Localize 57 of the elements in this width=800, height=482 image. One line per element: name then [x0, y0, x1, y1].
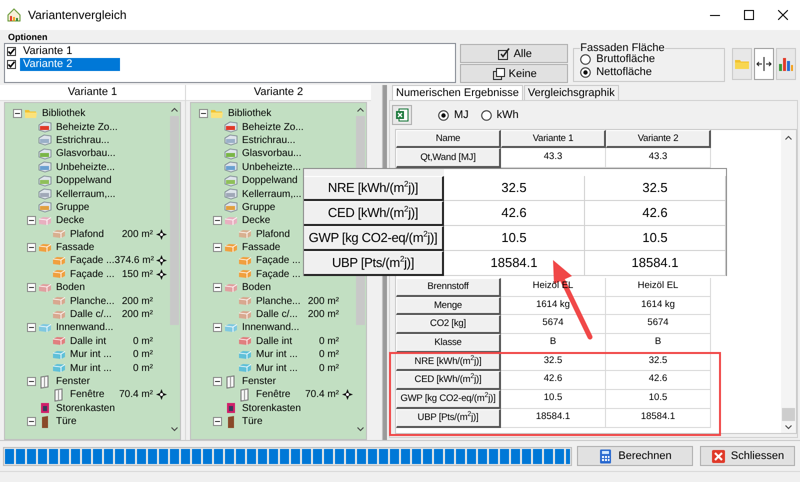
table-cell: 32.5: [585, 176, 726, 201]
group-title: Fassaden Fläche: [580, 43, 665, 53]
table-cell: 1614 kg: [501, 296, 606, 316]
window-title: Variantenvergleich: [28, 8, 127, 22]
area-value: 374.6 m²: [114, 255, 154, 266]
column-header: Variante 1: [0, 85, 185, 101]
table-cell: 1614 kg: [606, 296, 711, 316]
table-cell: 32.5: [501, 352, 606, 372]
table-cell: 18584.1: [585, 251, 726, 276]
row-header: UBP [Pts/(m$^{2}$j)]: [396, 408, 501, 428]
table-cell: B: [606, 334, 711, 353]
area-value: 0 m²: [133, 362, 153, 374]
table-cell: B: [501, 334, 606, 353]
row-header: CED [kWh/(m$^{2}$j)]: [396, 371, 501, 390]
area-value: 70.4 m²: [305, 389, 339, 400]
table-cell: 10.5: [444, 226, 585, 251]
area-value: 200 m²: [308, 296, 339, 307]
row-header: CED [kWh/(m$^{2}$j)]: [304, 201, 444, 226]
row-header: CO2 [kg]: [396, 315, 501, 334]
area-value: 150 m²: [122, 268, 153, 280]
area-value: 0 m²: [319, 336, 339, 347]
area-value: 200 m²: [308, 309, 339, 320]
area-value: 0 m²: [133, 336, 153, 347]
table-cell: 42.6: [585, 201, 726, 226]
column-header: Variante 1: [501, 130, 606, 148]
area-value: 0 m²: [133, 349, 153, 360]
area-value: 200 m²: [122, 228, 153, 240]
row-header: GWP [kg CO2-eq/(m$^{2}$j)]: [304, 226, 444, 251]
area-value: 200 m²: [122, 296, 153, 307]
table-cell: 42.6: [606, 371, 711, 390]
row-header: Brennstoff: [396, 278, 501, 297]
area-value: 70.4 m²: [119, 389, 153, 400]
area-value: 0 m²: [319, 362, 339, 374]
column-header: Variante 2: [606, 130, 711, 148]
row-header: UBP [Pts/(m$^{2}$j)]: [304, 251, 444, 276]
table-cell: 32.5: [444, 176, 585, 201]
table-cell: 18584.1: [501, 408, 606, 428]
table-cell: 10.5: [606, 390, 711, 409]
area-value: 200 m²: [122, 309, 153, 320]
column-header: Name: [396, 130, 501, 148]
row-header: Qt,Wand [MJ]: [396, 148, 501, 168]
table-cell: 5674: [501, 315, 606, 334]
table-cell: 5674: [606, 315, 711, 334]
row-header: Klasse: [396, 334, 501, 353]
section-label: Optionen: [8, 33, 48, 42]
table-cell: 32.5: [606, 352, 711, 372]
table-cell: 10.5: [585, 226, 726, 251]
column-header: Variante 2: [186, 85, 371, 101]
table-cell: 18584.1: [606, 408, 711, 428]
row-header: GWP [kg CO2-eq/(m$^{2}$j)]: [396, 390, 501, 409]
table-cell: 42.6: [444, 201, 585, 226]
row-header: NRE [kWh/(m$^{2}$j)]: [304, 176, 444, 201]
row-header: Menge: [396, 296, 501, 316]
table-cell: 42.6: [501, 371, 606, 390]
table-cell: Heizöl EL: [606, 278, 711, 297]
table-cell: 10.5: [501, 390, 606, 409]
area-value: 0 m²: [319, 349, 339, 360]
